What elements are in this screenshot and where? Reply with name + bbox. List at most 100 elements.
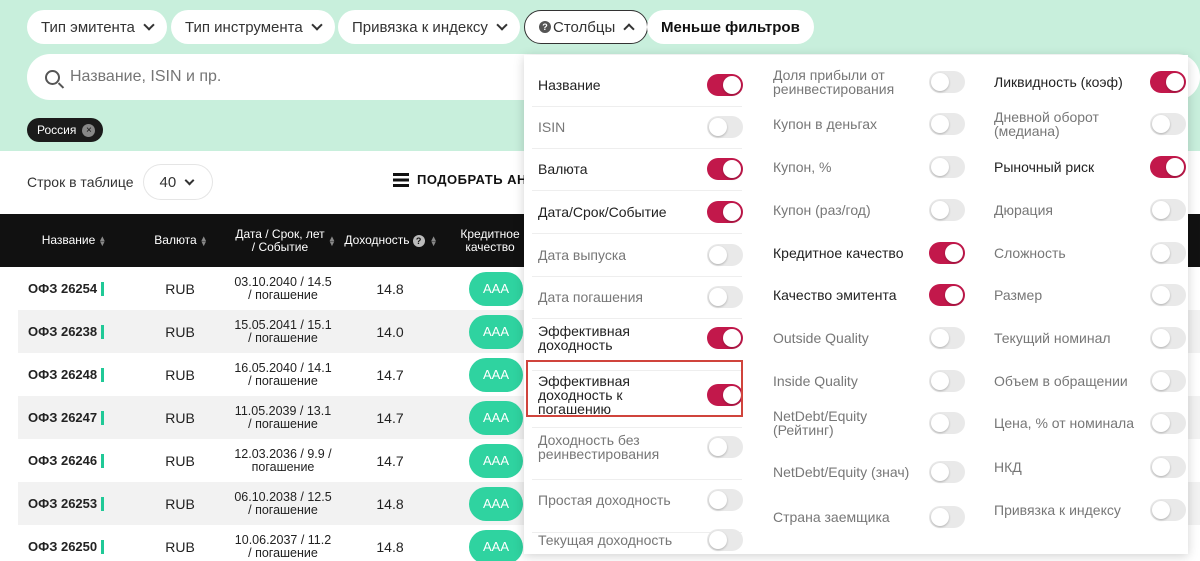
toggle-knob xyxy=(1166,158,1184,176)
toggle-switch[interactable] xyxy=(1150,113,1186,135)
country-chip[interactable]: Россия × xyxy=(27,118,104,142)
column-option-col3-item-0[interactable]: Ликвидность (коэф) xyxy=(994,62,1186,102)
toggle-switch[interactable] xyxy=(929,242,965,264)
search-input[interactable] xyxy=(70,68,490,86)
toggle-switch[interactable] xyxy=(1150,499,1186,521)
header-date[interactable]: Дата / Срок, лет / Событие ▲ ▼ xyxy=(232,214,337,267)
column-option-col3-item-4[interactable]: Сложность xyxy=(994,233,1186,273)
toggle-switch[interactable] xyxy=(929,506,965,528)
bond-name[interactable]: ОФЗ 26253 xyxy=(28,482,105,525)
column-option-col1-item-5[interactable]: Дата погашения xyxy=(538,277,743,317)
date-cell: 15.05.2041 / 15.1 / погашение xyxy=(234,317,332,345)
column-option-col1-item-8[interactable]: Доходность без реинвестирования xyxy=(538,427,743,467)
toggle-switch[interactable] xyxy=(929,461,965,483)
toggle-switch[interactable] xyxy=(707,529,743,551)
header-name-label: Название xyxy=(41,233,96,247)
bond-name-label: ОФЗ 26254 xyxy=(28,281,98,296)
column-option-col3-item-10[interactable]: Привязка к индексу xyxy=(994,490,1186,530)
toggle-switch[interactable] xyxy=(707,74,743,96)
column-option-col2-item-2[interactable]: Купон, % xyxy=(773,147,965,187)
instrument-type-filter[interactable]: Тип инструмента xyxy=(171,10,335,44)
column-option-col1-item-3[interactable]: Дата/Срок/Событие xyxy=(538,192,743,232)
toggle-switch[interactable] xyxy=(1150,71,1186,93)
toggle-switch[interactable] xyxy=(1150,456,1186,478)
column-option-col3-item-6[interactable]: Текущий номинал xyxy=(994,318,1186,358)
column-option-label: Валюта xyxy=(538,161,588,177)
bond-name[interactable]: ОФЗ 26248 xyxy=(28,353,105,396)
column-option-col2-item-9[interactable]: NetDebt/Equity (знач) xyxy=(773,452,965,492)
date-cell: 03.10.2040 / 14.5 / погашение xyxy=(234,274,332,302)
toggle-switch[interactable] xyxy=(1150,412,1186,434)
pick-button[interactable]: ПОДОБРАТЬ АН xyxy=(393,172,527,187)
bond-name[interactable]: ОФЗ 26238 xyxy=(28,310,105,353)
close-icon[interactable]: × xyxy=(82,123,96,137)
column-option-col2-item-3[interactable]: Купон (раз/год) xyxy=(773,190,965,230)
column-option-col3-item-8[interactable]: Цена, % от номинала xyxy=(994,403,1186,443)
toggle-switch[interactable] xyxy=(707,158,743,180)
less-filters-button[interactable]: Меньше фильтров xyxy=(647,10,814,44)
column-option-col1-item-6[interactable]: Эффективная доходность xyxy=(538,318,743,358)
toggle-switch[interactable] xyxy=(707,327,743,349)
columns-label: Столбцы xyxy=(553,18,616,36)
column-option-col3-item-2[interactable]: Рыночный риск xyxy=(994,147,1186,187)
toggle-switch[interactable] xyxy=(707,489,743,511)
column-option-col3-item-3[interactable]: Дюрация xyxy=(994,190,1186,230)
column-option-col3-item-1[interactable]: Дневной оборот (медиана) xyxy=(994,104,1186,144)
column-option-col1-item-4[interactable]: Дата выпуска xyxy=(538,235,743,275)
column-option-col2-item-5[interactable]: Качество эмитента xyxy=(773,275,965,315)
less-filters-label: Меньше фильтров xyxy=(661,18,800,36)
column-option-col2-item-10[interactable]: Страна заемщика xyxy=(773,497,965,537)
column-option-col2-item-0[interactable]: Доля прибыли от реинвестирования xyxy=(773,62,965,102)
column-option-col1-item-10[interactable]: Текущая доходность xyxy=(538,520,743,560)
credit-cell: AAA xyxy=(468,310,524,353)
column-option-col1-item-0[interactable]: Название xyxy=(538,65,743,105)
toggle-switch[interactable] xyxy=(929,370,965,392)
issuer-type-filter[interactable]: Тип эмитента xyxy=(27,10,167,44)
toggle-switch[interactable] xyxy=(1150,327,1186,349)
column-option-col2-item-6[interactable]: Outside Quality xyxy=(773,318,965,358)
column-option-col2-item-8[interactable]: NetDebt/Equity (Рейтинг) xyxy=(773,403,965,443)
column-option-col3-item-7[interactable]: Объем в обращении xyxy=(994,361,1186,401)
column-option-col3-item-9[interactable]: НКД xyxy=(994,447,1186,487)
toggle-switch[interactable] xyxy=(1150,242,1186,264)
toggle-switch[interactable] xyxy=(1150,199,1186,221)
bond-name[interactable]: ОФЗ 26246 xyxy=(28,439,105,482)
index-binding-filter[interactable]: Привязка к индексу xyxy=(338,10,520,44)
column-option-col3-item-5[interactable]: Размер xyxy=(994,275,1186,315)
toggle-switch[interactable] xyxy=(929,284,965,306)
rows-per-page-select[interactable]: 40 xyxy=(143,165,212,199)
bond-name[interactable]: ОФЗ 26250 xyxy=(28,525,105,561)
toggle-switch[interactable] xyxy=(929,71,965,93)
toggle-switch[interactable] xyxy=(929,156,965,178)
toggle-switch[interactable] xyxy=(929,199,965,221)
header-name[interactable]: Название ▲ ▼ xyxy=(28,214,118,267)
header-yield[interactable]: Доходность? ▲ ▼ xyxy=(340,214,440,267)
column-option-col2-item-1[interactable]: Купон в деньгах xyxy=(773,104,965,144)
bond-name[interactable]: ОФЗ 26247 xyxy=(28,396,105,439)
toggle-knob xyxy=(1152,458,1170,476)
column-option-label: Дата погашения xyxy=(538,289,643,305)
toggle-knob xyxy=(1166,73,1184,91)
header-credit[interactable]: Кредитное качество xyxy=(455,214,525,267)
column-option-col1-item-1[interactable]: ISIN xyxy=(538,107,743,147)
toggle-switch[interactable] xyxy=(929,113,965,135)
column-option-col2-item-7[interactable]: Inside Quality xyxy=(773,361,965,401)
toggle-switch[interactable] xyxy=(707,244,743,266)
columns-button[interactable]: ? Столбцы xyxy=(524,10,649,44)
column-option-col1-item-2[interactable]: Валюта xyxy=(538,149,743,189)
column-option-col2-item-4[interactable]: Кредитное качество xyxy=(773,233,965,273)
toggle-switch[interactable] xyxy=(1150,370,1186,392)
toggle-switch[interactable] xyxy=(707,201,743,223)
toggle-knob xyxy=(931,508,949,526)
toggle-switch[interactable] xyxy=(707,116,743,138)
bond-name[interactable]: ОФЗ 26254 xyxy=(28,267,105,310)
column-option-col1-item-9[interactable]: Простая доходность xyxy=(538,480,743,520)
toggle-switch[interactable] xyxy=(1150,156,1186,178)
toggle-switch[interactable] xyxy=(707,286,743,308)
header-currency[interactable]: Валюта ▲ ▼ xyxy=(140,214,220,267)
toggle-knob xyxy=(931,372,949,390)
toggle-switch[interactable] xyxy=(929,412,965,434)
toggle-switch[interactable] xyxy=(1150,284,1186,306)
toggle-switch[interactable] xyxy=(929,327,965,349)
toggle-switch[interactable] xyxy=(707,436,743,458)
